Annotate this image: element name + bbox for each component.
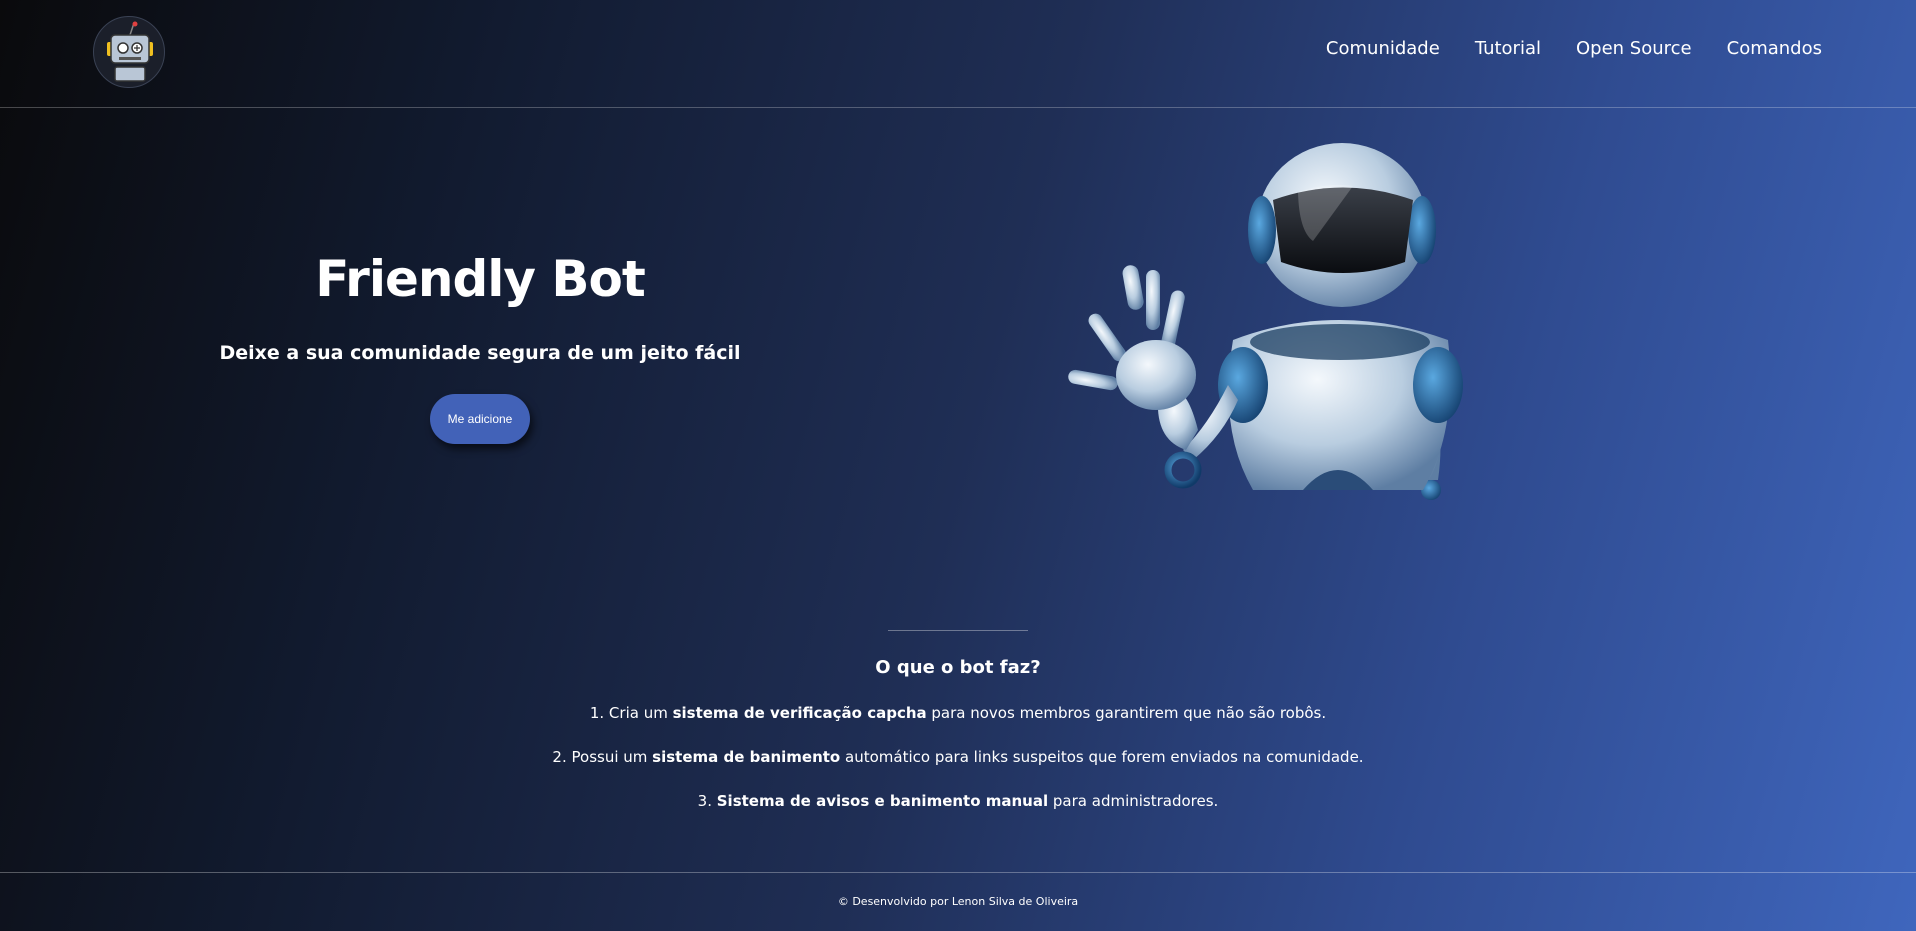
feature-text: para novos membros garantirem que não sã… xyxy=(926,704,1327,722)
feature-text: automático para links suspeitos que fore… xyxy=(840,748,1364,766)
site-header: Comunidade Tutorial Open Source Comandos xyxy=(0,0,1916,108)
feature-text: 2. Possui um xyxy=(552,748,653,766)
nav-link-comunidade[interactable]: Comunidade xyxy=(1326,38,1440,59)
feature-item: 3. Sistema de avisos e banimento manual … xyxy=(0,792,1916,810)
feature-highlight: sistema de verificação capcha xyxy=(672,704,927,722)
hero-subtitle: Deixe a sua comunidade segura de um jeit… xyxy=(219,342,741,364)
feature-item: 1. Cria um sistema de verificação capcha… xyxy=(0,704,1916,722)
nav-link-comandos[interactable]: Comandos xyxy=(1727,38,1822,59)
feature-text: 1. Cria um xyxy=(589,704,673,722)
site-footer: © Desenvolvido por Lenon Silva de Olivei… xyxy=(0,872,1916,931)
feature-text: para administradores. xyxy=(1048,792,1219,810)
add-bot-button[interactable]: Me adicione xyxy=(430,394,530,444)
waving-robot-illustration xyxy=(1018,130,1508,520)
feature-highlight: Sistema de avisos e banimento manual xyxy=(716,792,1049,810)
features-section: O que o bot faz? 1. Cria um sistema de v… xyxy=(0,630,1916,810)
main-nav: Comunidade Tutorial Open Source Comandos xyxy=(1326,38,1822,59)
section-divider xyxy=(888,630,1028,631)
feature-text: 3. xyxy=(697,792,717,810)
robot-logo-icon[interactable] xyxy=(93,16,165,88)
nav-link-tutorial[interactable]: Tutorial xyxy=(1475,38,1541,59)
hero-title: Friendly Bot xyxy=(315,250,646,308)
hero: Friendly Bot Deixe a sua comunidade segu… xyxy=(180,250,780,444)
features-title: O que o bot faz? xyxy=(875,657,1041,678)
feature-highlight: sistema de banimento xyxy=(652,748,841,766)
footer-credit: © Desenvolvido por Lenon Silva de Olivei… xyxy=(837,895,1079,908)
nav-link-open-source[interactable]: Open Source xyxy=(1576,38,1692,59)
feature-item: 2. Possui um sistema de banimento automá… xyxy=(0,748,1916,766)
